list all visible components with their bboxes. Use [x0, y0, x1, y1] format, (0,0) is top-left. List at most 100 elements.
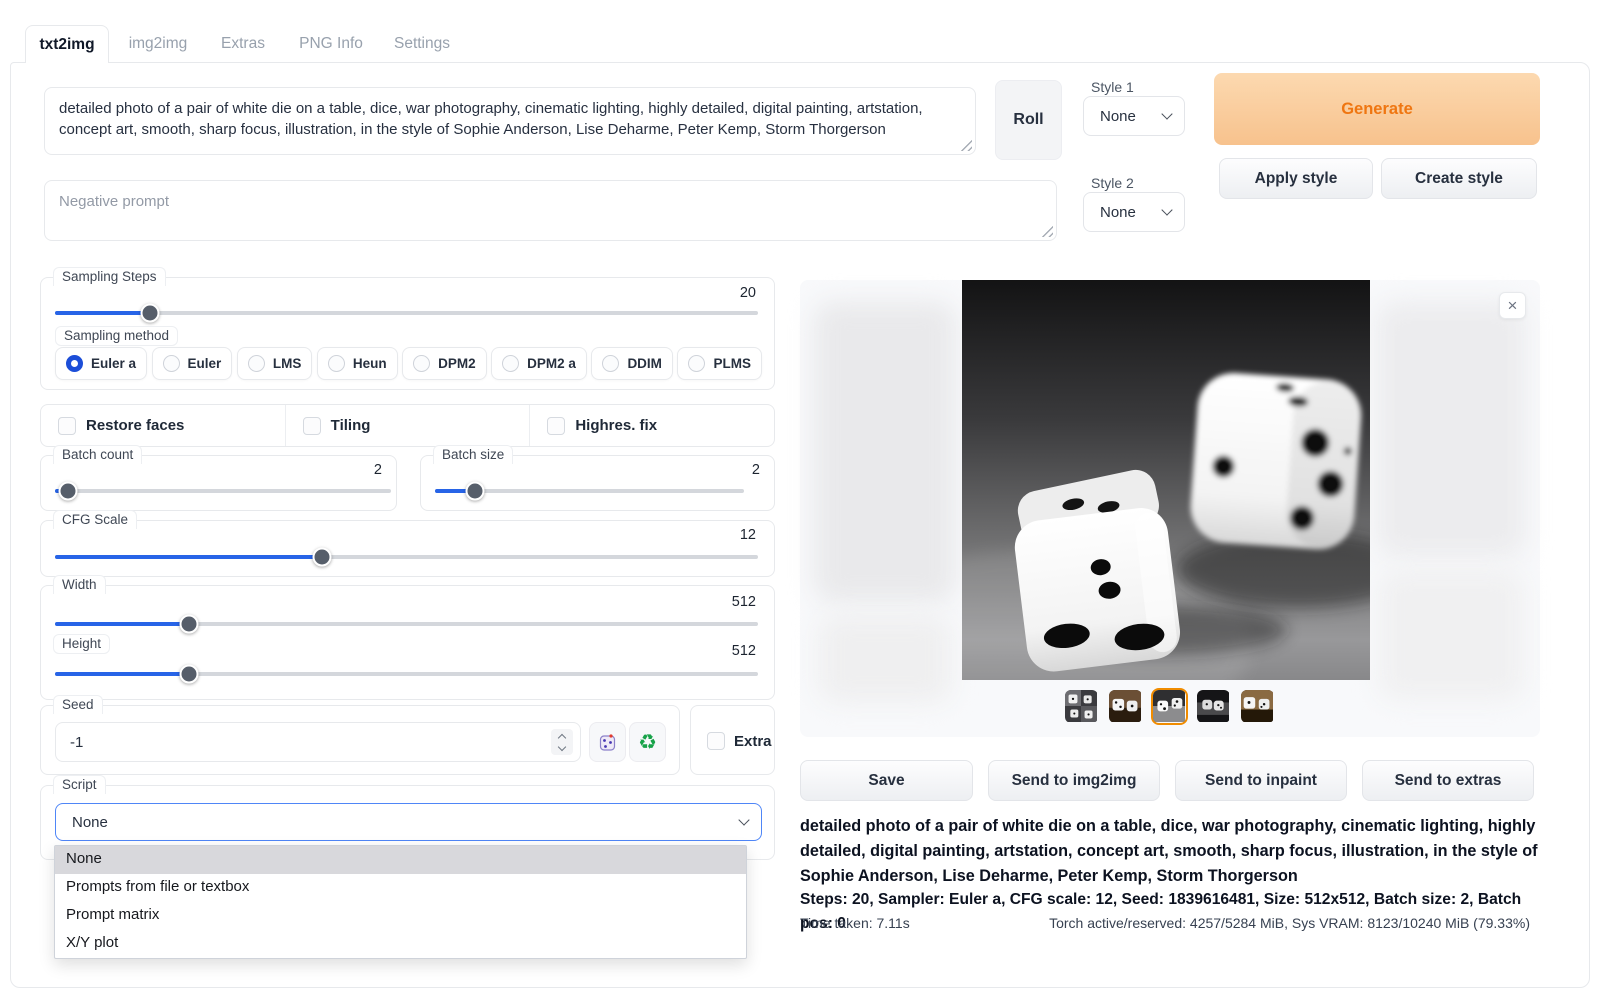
dice-photo	[962, 280, 1370, 680]
chevron-down-icon	[738, 814, 749, 825]
style2-label: Style 2	[1091, 175, 1134, 191]
radio-icon	[248, 355, 265, 372]
thumbnail-3-selected[interactable]	[1151, 688, 1188, 725]
batch-size-slider[interactable]	[435, 489, 744, 493]
radio-label: Euler a	[91, 356, 136, 371]
width-value: 512	[732, 594, 756, 610]
send-to-img2img-button[interactable]: Send to img2img	[988, 760, 1160, 801]
radio-label: LMS	[273, 356, 302, 371]
thumbnail-2[interactable]	[1107, 688, 1144, 725]
tiling-toggle[interactable]: Tiling	[285, 405, 530, 446]
thumbnail-5[interactable]	[1239, 688, 1276, 725]
negative-prompt-input[interactable]	[44, 180, 1057, 241]
blurred-image	[1376, 302, 1526, 557]
tab-png-info[interactable]: PNG Info	[290, 25, 372, 63]
random-seed-button[interactable]	[589, 722, 626, 762]
seed-input[interactable]	[55, 722, 581, 762]
chevron-down-icon	[1161, 108, 1172, 119]
roll-button[interactable]: Roll	[995, 80, 1062, 160]
script-option-prompt-matrix[interactable]: Prompt matrix	[55, 902, 746, 930]
height-slider[interactable]	[55, 672, 758, 676]
highres-fix-toggle[interactable]: Highres. fix	[529, 405, 774, 446]
style2-select[interactable]: None	[1083, 192, 1185, 232]
txt2img-app: txt2img img2img Extras PNG Info Settings…	[0, 0, 1600, 1000]
tab-extras[interactable]: Extras	[208, 25, 278, 63]
radio-dpm2-a[interactable]: DPM2 a	[491, 347, 587, 380]
close-glyph: ×	[1508, 296, 1518, 316]
slider-knob[interactable]	[179, 665, 198, 684]
width-slider[interactable]	[55, 622, 758, 626]
roll-label: Roll	[1013, 111, 1043, 129]
radio-heun[interactable]: Heun	[317, 347, 398, 380]
extra-card: Extra	[690, 705, 775, 775]
slider-knob[interactable]	[179, 615, 198, 634]
extra-toggle[interactable]: Extra	[707, 732, 772, 750]
apply-style-button[interactable]: Apply style	[1219, 158, 1373, 199]
slider-knob[interactable]	[466, 482, 485, 501]
slider-knob[interactable]	[59, 482, 78, 501]
restore-faces-toggle[interactable]: Restore faces	[41, 405, 285, 446]
checkbox-icon[interactable]	[707, 732, 725, 750]
slider-knob[interactable]	[313, 548, 332, 567]
save-button[interactable]: Save	[800, 760, 973, 801]
result-gallery: ×	[800, 280, 1540, 737]
stepper-up-icon[interactable]	[558, 733, 566, 741]
sampling-steps-slider[interactable]	[55, 311, 758, 315]
blurred-image	[818, 615, 952, 703]
radio-euler[interactable]: Euler	[152, 347, 233, 380]
script-label: Script	[53, 775, 106, 794]
send-to-inpaint-button[interactable]: Send to inpaint	[1175, 760, 1347, 801]
save-label: Save	[868, 772, 904, 790]
batch-count-slider[interactable]	[55, 489, 391, 493]
generate-label: Generate	[1341, 100, 1413, 119]
batch-size-value: 2	[752, 462, 760, 478]
tiling-label: Tiling	[331, 417, 371, 434]
send-inpaint-label: Send to inpaint	[1205, 772, 1317, 790]
cfg-scale-slider[interactable]	[55, 555, 758, 559]
tab-settings[interactable]: Settings	[384, 25, 460, 63]
prompt-input[interactable]: detailed photo of a pair of white die on…	[44, 87, 976, 155]
style1-select[interactable]: None	[1083, 96, 1185, 136]
radio-lms[interactable]: LMS	[237, 347, 313, 380]
script-option-prompts-from-file[interactable]: Prompts from file or textbox	[55, 874, 746, 902]
stepper-down-icon[interactable]	[558, 742, 566, 750]
close-icon[interactable]: ×	[1499, 292, 1526, 319]
generated-image[interactable]	[962, 280, 1370, 680]
radio-icon	[502, 355, 519, 372]
restore-faces-label: Restore faces	[86, 417, 184, 434]
script-select[interactable]: None	[55, 803, 762, 841]
seed-stepper[interactable]	[551, 729, 573, 755]
create-style-button[interactable]: Create style	[1381, 158, 1537, 199]
extra-label: Extra	[734, 733, 772, 750]
tab-txt2img[interactable]: txt2img	[25, 25, 109, 63]
radio-dpm2[interactable]: DPM2	[402, 347, 487, 380]
script-option-none[interactable]: None	[55, 846, 746, 874]
blurred-image	[1378, 570, 1524, 700]
batch-size-label: Batch size	[433, 445, 513, 464]
generate-button[interactable]: Generate	[1214, 73, 1540, 145]
sampling-method-radios: Euler a Euler LMS Heun DPM2 DPM2 a DDIM …	[55, 347, 762, 380]
radio-label: Heun	[353, 356, 387, 371]
radio-euler-a[interactable]: Euler a	[55, 347, 147, 380]
checkbox-icon[interactable]	[547, 417, 565, 435]
radio-plms[interactable]: PLMS	[677, 347, 762, 380]
negative-prompt-wrapper	[44, 180, 1057, 241]
script-value: None	[72, 814, 108, 831]
tab-img2img[interactable]: img2img	[118, 25, 198, 63]
checkbox-icon[interactable]	[303, 417, 321, 435]
script-option-xy-plot[interactable]: X/Y plot	[55, 930, 746, 958]
radio-ddim[interactable]: DDIM	[591, 347, 673, 380]
radio-label: DDIM	[627, 356, 662, 371]
send-to-extras-button[interactable]: Send to extras	[1362, 760, 1534, 801]
thumbnail-4[interactable]	[1195, 688, 1232, 725]
checkbox-icon[interactable]	[58, 417, 76, 435]
reuse-seed-button[interactable]: ♻	[629, 722, 666, 762]
slider-fill	[55, 622, 189, 626]
sampling-card: Sampling Steps 20 Sampling method Euler …	[40, 277, 775, 390]
thumbnail-1[interactable]	[1063, 688, 1100, 725]
dimensions-card: Width 512 Height 512	[40, 585, 775, 700]
height-label: Height	[53, 634, 110, 654]
output-prompt-text: detailed photo of a pair of white die on…	[800, 814, 1542, 888]
radio-icon	[413, 355, 430, 372]
slider-knob[interactable]	[140, 304, 159, 323]
